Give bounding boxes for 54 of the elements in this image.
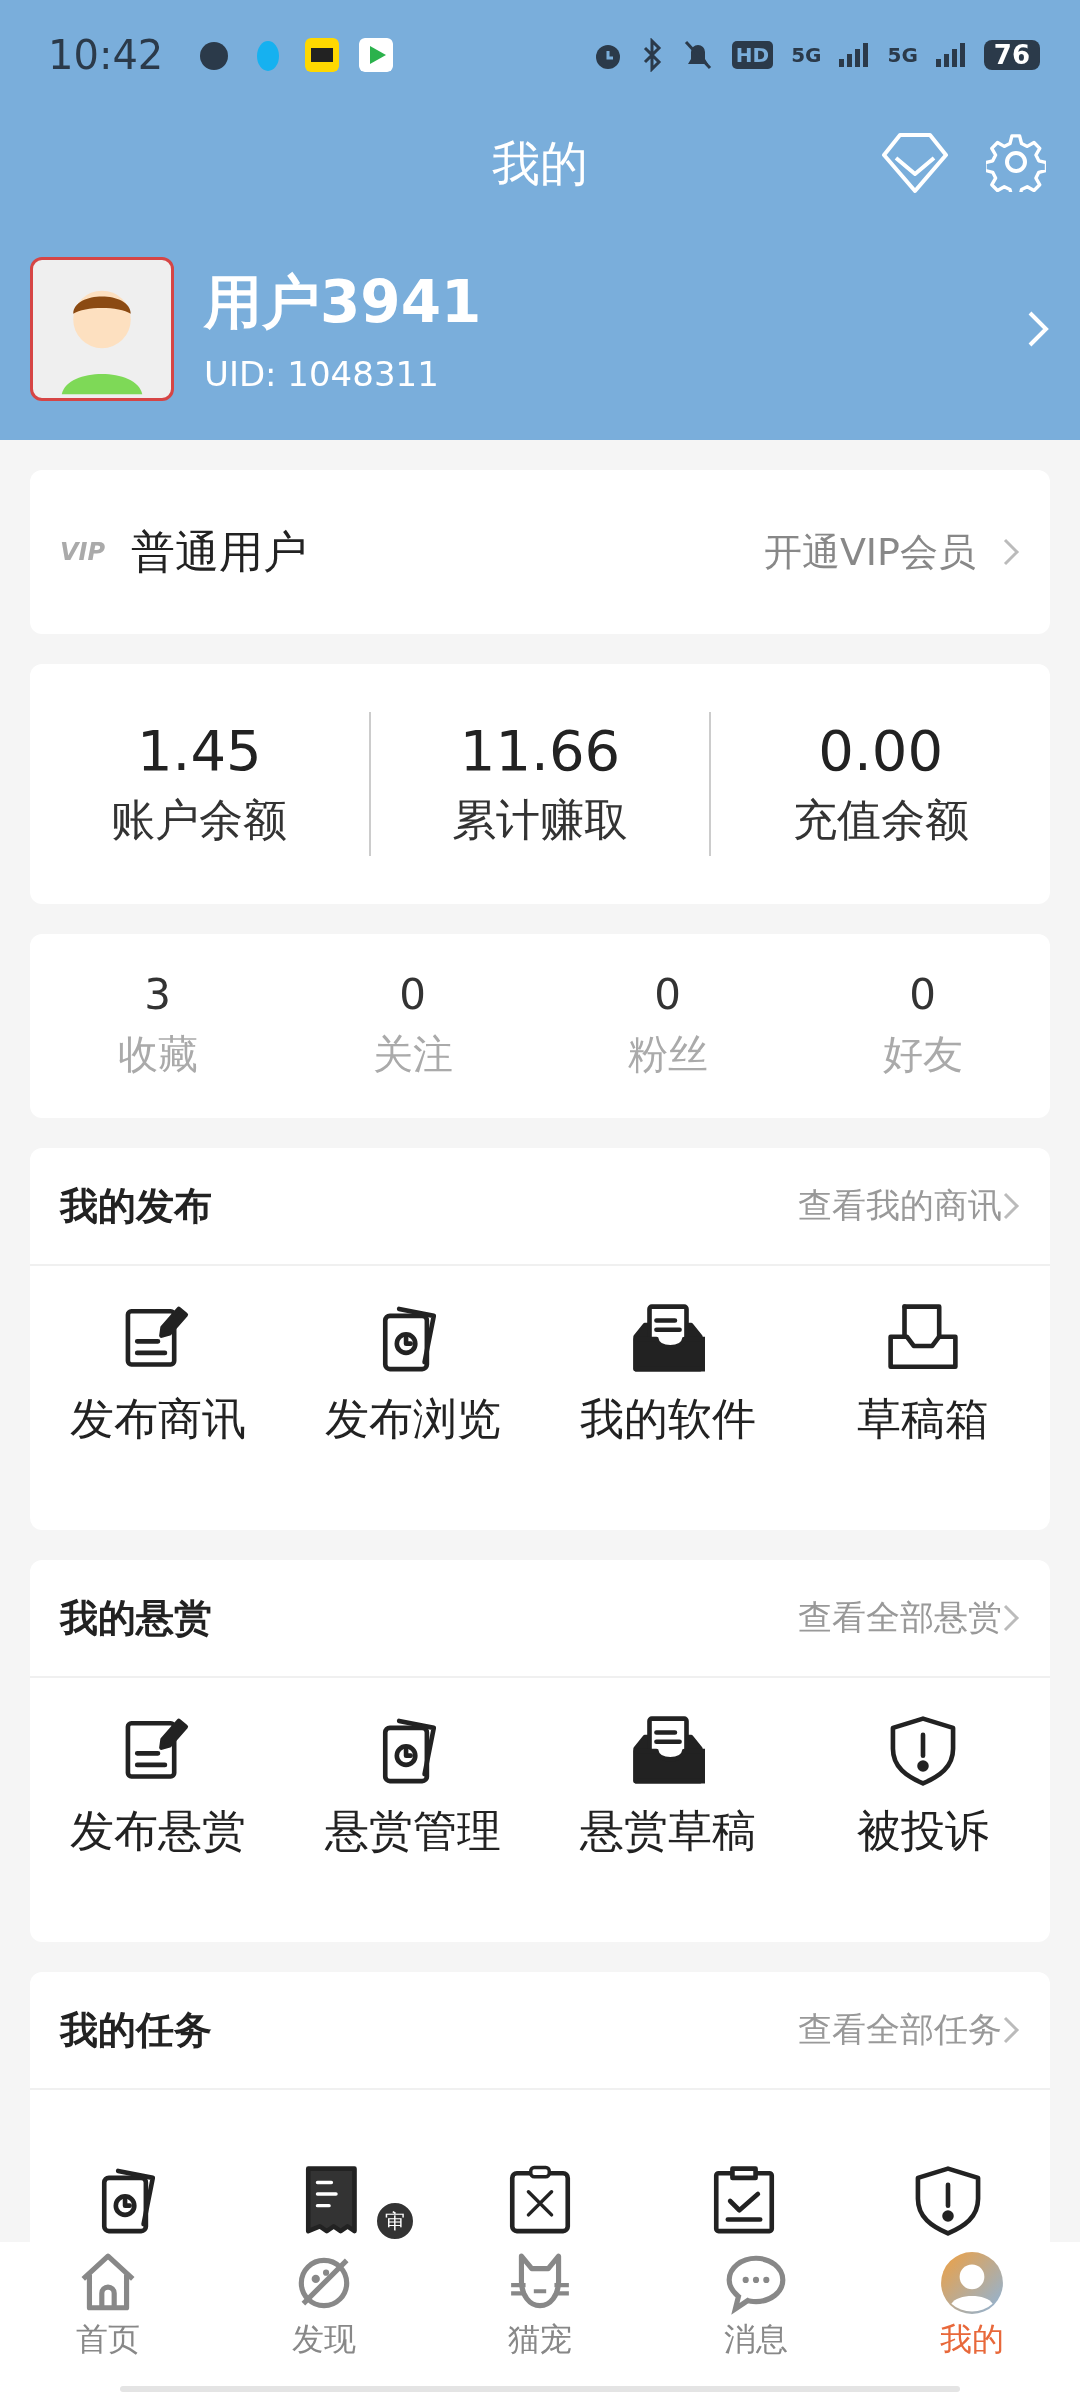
chevron-right-icon — [1026, 309, 1050, 349]
vip-card[interactable]: VIP 普通用户 开通VIP会员 — [30, 470, 1050, 634]
grid-item[interactable]: 发布浏览 — [285, 1302, 540, 1449]
balance-value: 1.45 — [137, 718, 262, 783]
count-value: 0 — [399, 970, 426, 1019]
balance-label: 充值余额 — [792, 793, 969, 847]
nav-tab[interactable]: 猫宠 — [432, 2250, 648, 2362]
balance-label: 账户余额 — [111, 793, 288, 847]
user-id: UID: 1048311 — [204, 354, 440, 394]
grid-item[interactable]: 悬赏管理 — [285, 1714, 540, 1861]
count-value: 0 — [909, 970, 936, 1019]
nav-tab[interactable]: 消息 — [648, 2250, 864, 2362]
play-app-icon — [359, 38, 394, 72]
status-time: 10:42 — [48, 32, 164, 78]
nav-tab[interactable]: 发现 — [216, 2250, 432, 2362]
count-label: 好友 — [882, 1030, 963, 1079]
grid-item[interactable]: 我的软件 — [540, 1302, 795, 1449]
chevron-right-icon — [1002, 1191, 1020, 1221]
chevron-right-icon — [1002, 537, 1020, 567]
grid-item[interactable]: 悬赏草稿 — [540, 1714, 795, 1861]
signal-icon — [839, 43, 870, 67]
balance-value: 11.66 — [459, 718, 621, 783]
chevron-right-icon — [1002, 2015, 1020, 2045]
count-label: 粉丝 — [627, 1030, 708, 1079]
review-badge: 审 — [374, 2200, 416, 2242]
chevron-right-icon — [1002, 1603, 1020, 1633]
page-title: 我的 — [492, 134, 588, 193]
grid-item[interactable]: 发布悬赏 — [30, 1714, 285, 1861]
membership-level: 普通用户 — [131, 524, 309, 579]
balance-label: 累计赚取 — [452, 793, 628, 847]
count-value: 3 — [144, 970, 171, 1019]
grid-item[interactable]: 草稿箱 — [795, 1302, 1050, 1449]
profile-avatar-icon — [939, 2250, 1005, 2316]
user-name: 用户3941 — [204, 267, 483, 338]
vip-link[interactable]: 开通VIP会员 — [763, 526, 976, 578]
network-type: 5G — [791, 43, 822, 67]
network-type: 5G — [887, 43, 918, 67]
section-title: 我的悬赏 — [60, 1594, 213, 1642]
count-value: 0 — [654, 970, 681, 1019]
section-title: 我的发布 — [60, 1182, 213, 1230]
grid-item[interactable]: 发布商讯 — [30, 1302, 285, 1449]
section-title: 我的任务 — [60, 2006, 213, 2054]
nav-tab[interactable]: 首页 — [0, 2250, 216, 2362]
balance-value: 0.00 — [818, 718, 943, 783]
grid-item[interactable]: 被投诉 — [795, 1714, 1050, 1861]
count-label: 收藏 — [117, 1030, 198, 1079]
count-label: 关注 — [372, 1030, 453, 1079]
signal-icon — [935, 43, 966, 67]
bluetooth-icon — [641, 38, 664, 72]
avatar[interactable] — [30, 257, 174, 401]
hd-indicator: HD — [731, 41, 774, 69]
app-icon — [305, 38, 340, 72]
battery-level: 76 — [983, 40, 1040, 70]
vip-label: VIP — [60, 538, 106, 566]
